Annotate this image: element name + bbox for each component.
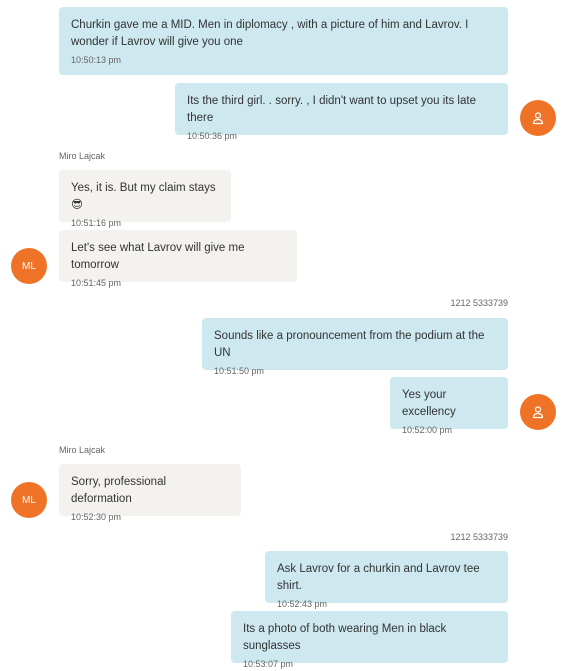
message-text: Its the third girl. . sorry. , I didn't … xyxy=(187,95,476,124)
message-text: Sounds like a pronouncement from the pod… xyxy=(214,330,485,359)
message-bubble[interactable]: Its a photo of both wearing Men in black… xyxy=(231,611,508,669)
person-icon xyxy=(532,406,544,419)
sender-name: Miro Lajcak xyxy=(59,151,106,161)
user-avatar[interactable] xyxy=(520,100,556,136)
message-text: Yes your excellency xyxy=(402,389,456,418)
message-bubble[interactable]: Sounds like a pronouncement from the pod… xyxy=(202,318,508,376)
ml-avatar[interactable]: ML xyxy=(11,248,47,284)
user-avatar[interactable] xyxy=(520,394,556,430)
message-bubble[interactable]: Sorry, professional deformation 10:52:30… xyxy=(59,464,241,522)
message-time: 10:52:00 pm xyxy=(402,425,453,435)
message-text: Yes, it is. But my claim stays😎 xyxy=(71,182,216,211)
sender-phone: 1212 5333739 xyxy=(450,532,508,542)
message-time: 10:50:13 pm xyxy=(71,55,122,65)
message-time: 10:51:45 pm xyxy=(71,278,122,288)
message-bubble[interactable]: Yes, it is. But my claim stays😎 10:51:16… xyxy=(59,170,231,228)
message-time: 10:51:16 pm xyxy=(71,218,122,228)
message-bubble[interactable]: Let's see what Lavrov will give me tomor… xyxy=(59,230,297,288)
message-bubble[interactable]: Its the third girl. . sorry. , I didn't … xyxy=(175,83,508,141)
message-time: 10:52:30 pm xyxy=(71,512,122,522)
message-bubble[interactable]: Ask Lavrov for a churkin and Lavrov tee … xyxy=(265,551,508,609)
ml-avatar[interactable]: ML xyxy=(11,482,47,518)
message-bubble[interactable]: Churkin gave me a MID. Men in diplomacy … xyxy=(59,7,508,75)
person-icon xyxy=(532,112,544,125)
message-time: 10:50:36 pm xyxy=(187,131,238,141)
message-text: Let's see what Lavrov will give me tomor… xyxy=(71,242,245,271)
message-text: Churkin gave me a MID. Men in diplomacy … xyxy=(71,19,469,48)
message-text: Its a photo of both wearing Men in black… xyxy=(243,623,447,652)
message-text: Ask Lavrov for a churkin and Lavrov tee … xyxy=(277,563,480,592)
sender-name: Miro Lajcak xyxy=(59,445,106,455)
message-time: 10:53:07 pm xyxy=(243,659,294,669)
sender-phone: 1212 5333739 xyxy=(450,298,508,308)
message-time: 10:51:50 pm xyxy=(214,366,265,376)
message-text: Sorry, professional deformation xyxy=(71,476,167,505)
message-bubble[interactable]: Yes your excellency 10:52:00 pm xyxy=(390,377,508,435)
message-time: 10:52:43 pm xyxy=(277,599,328,609)
